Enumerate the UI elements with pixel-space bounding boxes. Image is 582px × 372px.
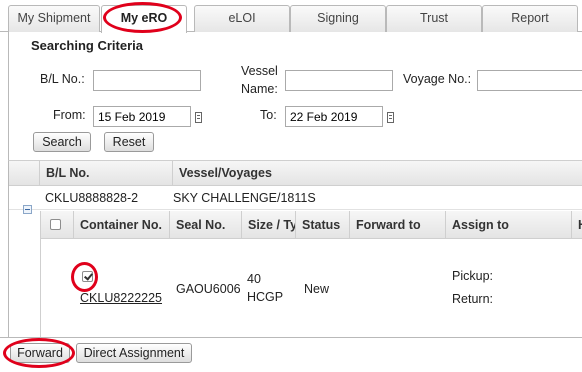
vessel-voyage-cell: SKY CHALLENGE/1811S [173,191,316,205]
highlight-ring-checkbox [71,262,98,292]
size-value-cell: 40 [247,272,261,286]
container-detail-grid: Container No. Seal No. Size / Type Statu… [40,211,582,338]
bl-no-input[interactable] [93,70,201,91]
highlight-ring-forward [3,338,75,368]
search-criteria-title: Searching Criteria [31,38,143,53]
from-label: From: [53,108,86,122]
tab-bar: My Shipment My eRO eLOI Signing Trust Re… [0,0,582,33]
tab-my-shipment[interactable]: My Shipment [8,5,100,32]
container-no-link[interactable]: CKLU8222225 [80,291,162,305]
voyage-no-input[interactable] [477,70,582,91]
tab-eloi[interactable]: eLOI [194,5,290,32]
select-all-checkbox[interactable] [50,219,61,230]
collapse-row-icon[interactable] [23,205,32,214]
to-label: To: [260,108,277,122]
results-grid: B/L No. Vessel/Voyages CKLU8888828-2 SKY… [8,160,582,338]
bl-no-label: B/L No.: [40,72,85,86]
column-header-seal-no[interactable]: Seal No. [169,211,241,238]
grid-header: B/L No. Vessel/Voyages [9,161,582,186]
search-button[interactable]: Search [33,132,91,152]
detail-grid-header: Container No. Seal No. Size / Type Statu… [41,211,582,239]
status-cell: New [304,282,330,296]
search-criteria-panel: Searching Criteria B/L No.: Vessel Name:… [8,32,582,160]
vessel-name-label-line1: Vessel [241,64,278,78]
column-header-vessel-voyages[interactable]: Vessel/Voyages [172,161,582,186]
tab-trust[interactable]: Trust [386,5,482,32]
tab-signing[interactable]: Signing [290,5,386,32]
column-header-status[interactable]: Status [295,211,349,238]
vessel-name-input[interactable] [285,70,393,91]
to-date-input[interactable] [285,106,383,127]
direct-assignment-button[interactable]: Direct Assignment [76,343,192,363]
table-row[interactable]: CKLU8888828-2 SKY CHALLENGE/1811S [9,186,582,210]
vessel-name-label-line2: Name: [241,82,278,96]
pickup-label: Pickup: [452,269,493,283]
column-header-size-type[interactable]: Size / Type [241,211,295,238]
seal-no-cell: GAOU600688 [176,282,240,296]
highlight-ring-my-ero [103,2,182,33]
action-bar: Forward Direct Assignment [0,337,582,372]
column-header-container-no[interactable]: Container No. [73,211,169,238]
type-value-cell: HCGP [247,290,284,304]
tab-report[interactable]: Report [482,5,578,32]
bl-no-cell: CKLU8888828-2 [45,191,139,205]
from-date-input[interactable] [93,106,191,127]
column-header-truncated[interactable]: H [571,211,582,238]
voyage-no-label: Voyage No.: [403,72,472,86]
column-header-bl-no[interactable]: B/L No. [39,161,172,186]
return-label: Return: [452,292,493,306]
column-header-forward-to[interactable]: Forward to [349,211,445,238]
column-header-assign-to[interactable]: Assign to [445,211,571,238]
calendar-icon[interactable] [195,112,202,123]
reset-button[interactable]: Reset [104,132,154,152]
calendar-icon[interactable] [387,112,394,123]
